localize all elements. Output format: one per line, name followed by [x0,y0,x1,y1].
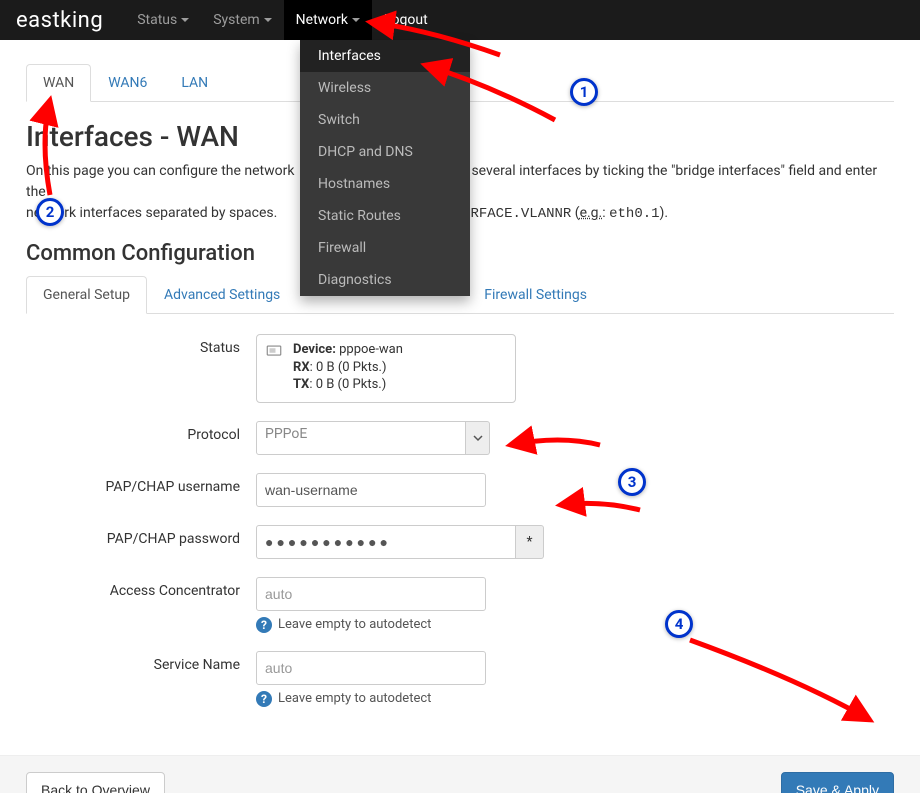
label-username: PAP/CHAP username [26,473,256,495]
dropdown-item-dhcp[interactable]: DHCP and DNS [300,136,470,168]
label-service-name: Service Name [26,651,256,673]
nav-network-label: Network [296,12,348,28]
info-icon: ? [256,617,272,633]
label-status: Status [26,334,256,356]
reveal-password-button[interactable]: * [516,525,544,559]
dropdown-item-diagnostics[interactable]: Diagnostics [300,264,470,296]
nav-status-label: Status [137,12,177,28]
back-to-overview-button[interactable]: Back to Overview [26,772,165,793]
status-box: Device: pppoe-wan RX: 0 B (0 Pkts.) TX: … [256,334,516,403]
subtab-general[interactable]: General Setup [26,276,147,314]
subtab-firewall[interactable]: Firewall Settings [467,276,604,314]
nav-status[interactable]: Status [125,0,201,40]
password-input[interactable] [256,525,516,559]
chevron-down-icon [473,433,483,443]
label-access-concentrator: Access Concentrator [26,577,256,599]
device-icon [265,343,283,361]
tab-lan[interactable]: LAN [164,64,225,102]
nav-logout[interactable]: Logout [372,0,440,40]
label-protocol: Protocol [26,421,256,443]
service-hint: ? Leave empty to autodetect [256,691,756,707]
nav-logout-label: Logout [384,12,428,28]
dropdown-item-interfaces[interactable]: Interfaces [300,40,470,72]
caret-icon [352,18,360,22]
footer: Back to Overview Save & Apply [0,755,920,793]
label-password: PAP/CHAP password [26,525,256,547]
dropdown-item-firewall[interactable]: Firewall [300,232,470,264]
dropdown-item-static-routes[interactable]: Static Routes [300,200,470,232]
service-name-input[interactable] [256,651,486,685]
caret-icon [181,18,189,22]
dropdown-item-hostnames[interactable]: Hostnames [300,168,470,200]
username-input[interactable] [256,473,486,507]
protocol-select[interactable]: PPPoE [256,421,466,455]
save-apply-button[interactable]: Save & Apply [781,772,894,793]
nav-system[interactable]: System [201,0,283,40]
tab-wan[interactable]: WAN [26,64,91,102]
tab-wan6[interactable]: WAN6 [91,64,164,102]
dropdown-item-switch[interactable]: Switch [300,104,470,136]
caret-icon [264,18,272,22]
network-dropdown: Interfaces Wireless Switch DHCP and DNS … [300,40,470,296]
nav-network[interactable]: Network [284,0,372,40]
info-icon: ? [256,691,272,707]
brand[interactable]: eastking [16,8,103,33]
ac-hint: ? Leave empty to autodetect [256,617,756,633]
nav-system-label: System [213,12,259,28]
protocol-select-button[interactable] [466,421,490,455]
access-concentrator-input[interactable] [256,577,486,611]
dropdown-item-wireless[interactable]: Wireless [300,72,470,104]
navbar: eastking Status System Network Logout [0,0,920,40]
subtab-advanced[interactable]: Advanced Settings [147,276,297,314]
